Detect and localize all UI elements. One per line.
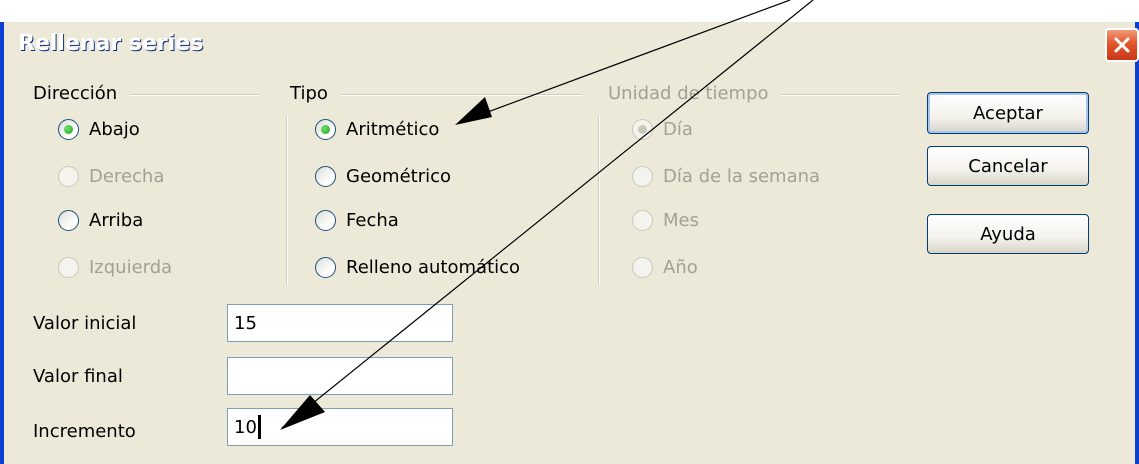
annotation-arrows: [280, 0, 814, 430]
arrow-head-increment: [280, 395, 325, 430]
arrow-to-arithmetic: [457, 0, 791, 124]
arrow-head-arithmetic: [455, 97, 492, 125]
arrow-to-increment: [281, 0, 814, 429]
